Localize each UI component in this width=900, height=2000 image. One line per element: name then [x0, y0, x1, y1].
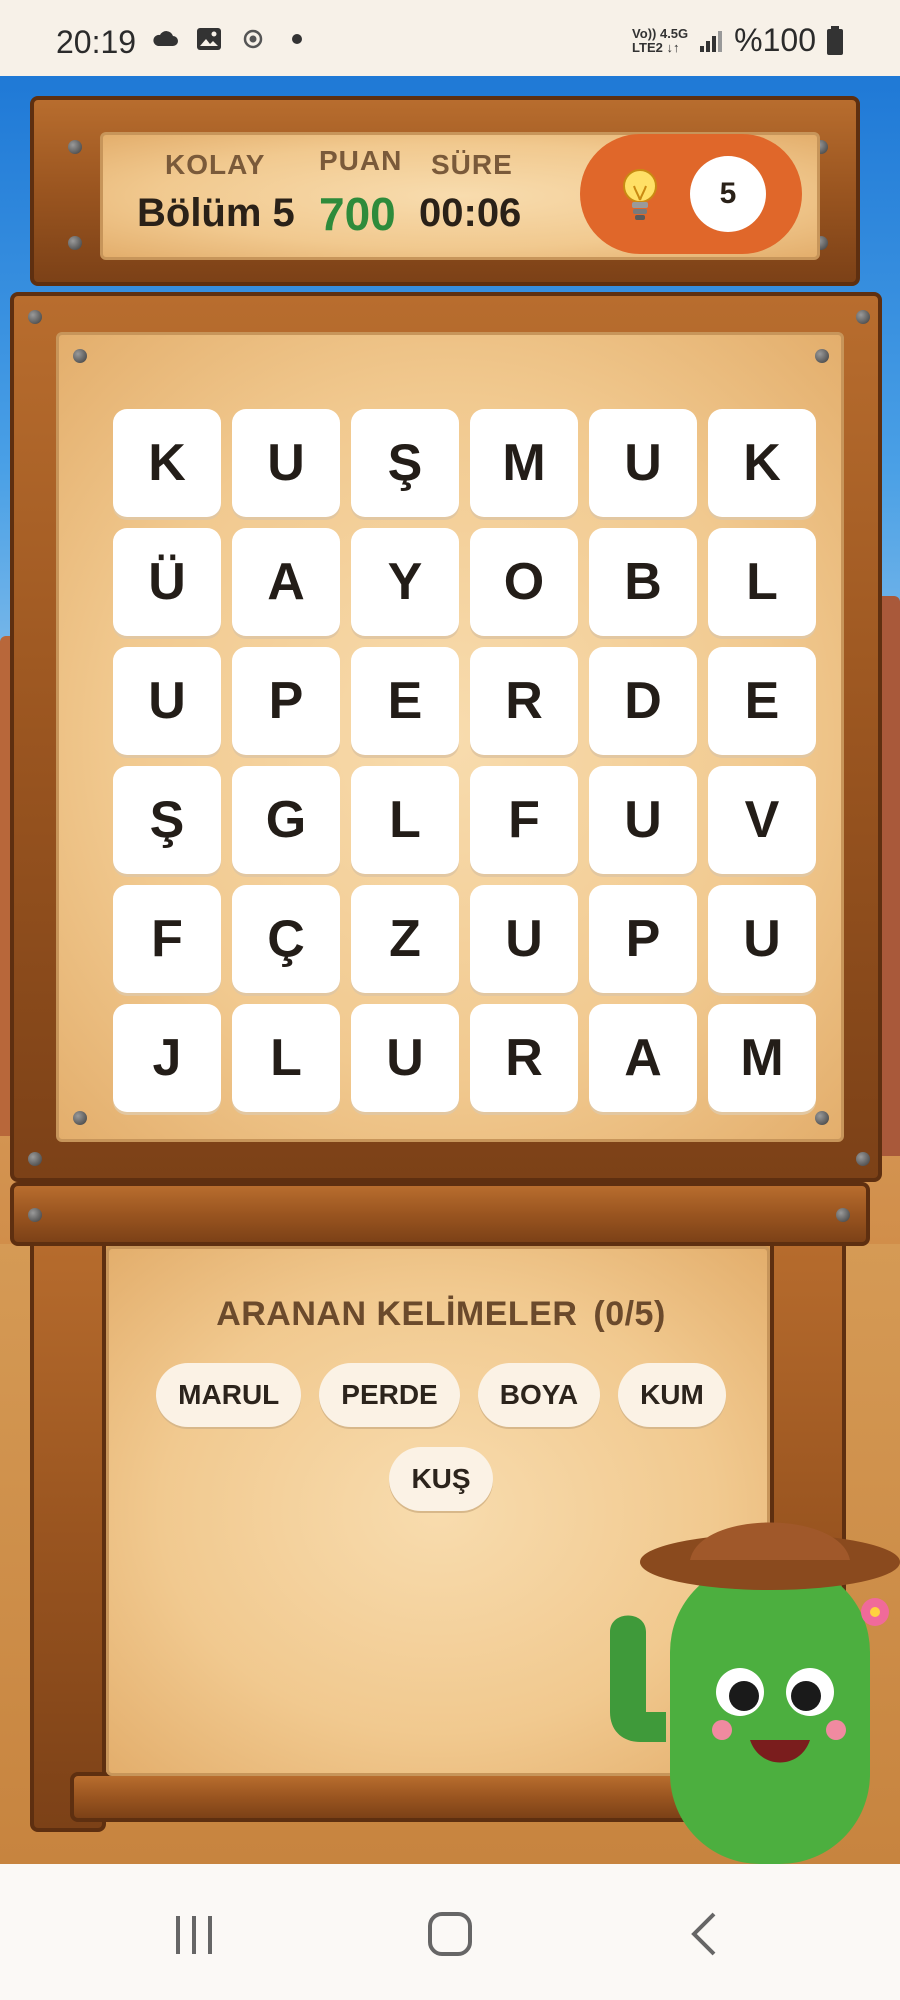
rivet — [28, 310, 42, 324]
cloud-icon — [153, 31, 178, 46]
status-time: 20:19 — [56, 24, 137, 60]
rivet — [28, 1152, 42, 1166]
score-label: PUAN — [319, 145, 403, 176]
word-chip: KUŞ — [389, 1447, 493, 1511]
wood-beam-top — [10, 1182, 870, 1246]
letter-tile[interactable]: O — [470, 528, 578, 636]
letter-tile[interactable]: U — [351, 1004, 459, 1112]
letter-tile[interactable]: R — [470, 647, 578, 755]
word-chip: PERDE — [319, 1363, 460, 1427]
letter-tile[interactable]: Z — [351, 885, 459, 993]
rivet — [28, 1208, 42, 1222]
letter-tile[interactable]: B — [589, 528, 697, 636]
game-scene: KOLAY Bölüm 5 PUAN 700 SÜRE 00:06 5 K U … — [0, 76, 900, 1864]
letter-tile[interactable]: D — [589, 647, 697, 755]
letter-tile[interactable]: U — [589, 766, 697, 874]
letter-tile[interactable]: E — [351, 647, 459, 755]
status-icons-left — [150, 26, 312, 52]
signal-icon — [700, 30, 723, 52]
letter-tile[interactable]: F — [470, 766, 578, 874]
home-icon[interactable] — [420, 1904, 480, 1964]
system-nav-bar — [0, 1864, 900, 2000]
rivet — [856, 310, 870, 324]
letter-tile[interactable]: Ş — [351, 409, 459, 517]
dot-icon — [292, 34, 302, 44]
rivet — [836, 1208, 850, 1222]
letter-tile[interactable]: A — [232, 528, 340, 636]
cactus-mascot — [610, 1522, 900, 1864]
word-list: MARUL PERDE BOYA KUM KUŞ — [133, 1363, 749, 1511]
location-icon — [243, 29, 263, 49]
back-icon[interactable] — [676, 1904, 736, 1964]
letter-tile[interactable]: U — [708, 885, 816, 993]
letter-tile[interactable]: L — [351, 766, 459, 874]
grid-board: KUŞMUKÜAYOBLUPERDEŞGLFUVFÇZUPUJLURAM — [10, 292, 882, 1182]
letter-tile[interactable]: P — [232, 647, 340, 755]
difficulty-label: KOLAY — [165, 149, 266, 180]
network-indicator: Vo)) 4.5G LTE2 ↓↑ — [632, 25, 689, 55]
letter-tile[interactable]: F — [113, 885, 221, 993]
letter-tile[interactable]: G — [232, 766, 340, 874]
letter-tile[interactable]: V — [708, 766, 816, 874]
time-label: SÜRE — [431, 149, 513, 180]
letter-tile[interactable]: E — [708, 647, 816, 755]
rivet — [73, 349, 87, 363]
words-found-count: (0/5) — [593, 1295, 666, 1333]
letter-tile[interactable]: U — [470, 885, 578, 993]
letter-tile[interactable]: R — [470, 1004, 578, 1112]
letter-grid: KUŞMUKÜAYOBLUPERDEŞGLFUVFÇZUPUJLURAM — [113, 409, 816, 1112]
level-value: Bölüm 5 — [137, 191, 295, 235]
letter-tile[interactable]: J — [113, 1004, 221, 1112]
letter-tile[interactable]: K — [113, 409, 221, 517]
time-value: 00:06 — [419, 191, 522, 235]
rivet — [68, 140, 82, 154]
letter-tile[interactable]: P — [589, 885, 697, 993]
header-sign: KOLAY Bölüm 5 PUAN 700 SÜRE 00:06 5 — [30, 96, 860, 286]
hint-button[interactable]: 5 — [580, 134, 802, 254]
letter-tile[interactable]: K — [708, 409, 816, 517]
letter-tile[interactable]: U — [113, 647, 221, 755]
lightbulb-icon — [623, 169, 657, 220]
rivet — [73, 1111, 87, 1125]
wood-post-left — [30, 1222, 106, 1832]
word-chip: KUM — [618, 1363, 726, 1427]
letter-tile[interactable]: Ü — [113, 528, 221, 636]
battery-icon — [827, 25, 843, 55]
battery-percent: %100 — [734, 22, 816, 58]
rivet — [815, 1111, 829, 1125]
letter-tile[interactable]: U — [232, 409, 340, 517]
letter-tile[interactable]: M — [470, 409, 578, 517]
recent-apps-icon[interactable] — [164, 1904, 224, 1964]
letter-tile[interactable]: Y — [351, 528, 459, 636]
rivet — [815, 349, 829, 363]
letter-tile[interactable]: Ş — [113, 766, 221, 874]
letter-tile[interactable]: L — [708, 528, 816, 636]
gallery-icon — [197, 28, 221, 50]
letter-tile[interactable]: L — [232, 1004, 340, 1112]
words-title: ARANAN KELİMELER (0/5) — [109, 1295, 773, 1334]
network-line-1: Vo)) 4.5G — [632, 25, 689, 41]
hint-count: 5 — [690, 156, 766, 232]
letter-tile[interactable]: Ç — [232, 885, 340, 993]
letter-tile[interactable]: U — [589, 409, 697, 517]
status-bar: 20:19 Vo)) 4.5G LTE2 ↓↑ %100 — [0, 0, 900, 76]
grid-panel: KUŞMUKÜAYOBLUPERDEŞGLFUVFÇZUPUJLURAM — [56, 332, 844, 1142]
word-chip: MARUL — [156, 1363, 302, 1427]
words-title-text: ARANAN KELİMELER — [216, 1295, 578, 1333]
letter-tile[interactable]: A — [589, 1004, 697, 1112]
network-line-2: LTE2 ↓↑ — [632, 39, 680, 55]
status-right: Vo)) 4.5G LTE2 ↓↑ %100 — [632, 22, 844, 59]
word-chip: BOYA — [477, 1363, 601, 1427]
letter-tile[interactable]: M — [708, 1004, 816, 1112]
rivet — [68, 236, 82, 250]
score-value: 700 — [319, 188, 396, 240]
rivet — [856, 1152, 870, 1166]
